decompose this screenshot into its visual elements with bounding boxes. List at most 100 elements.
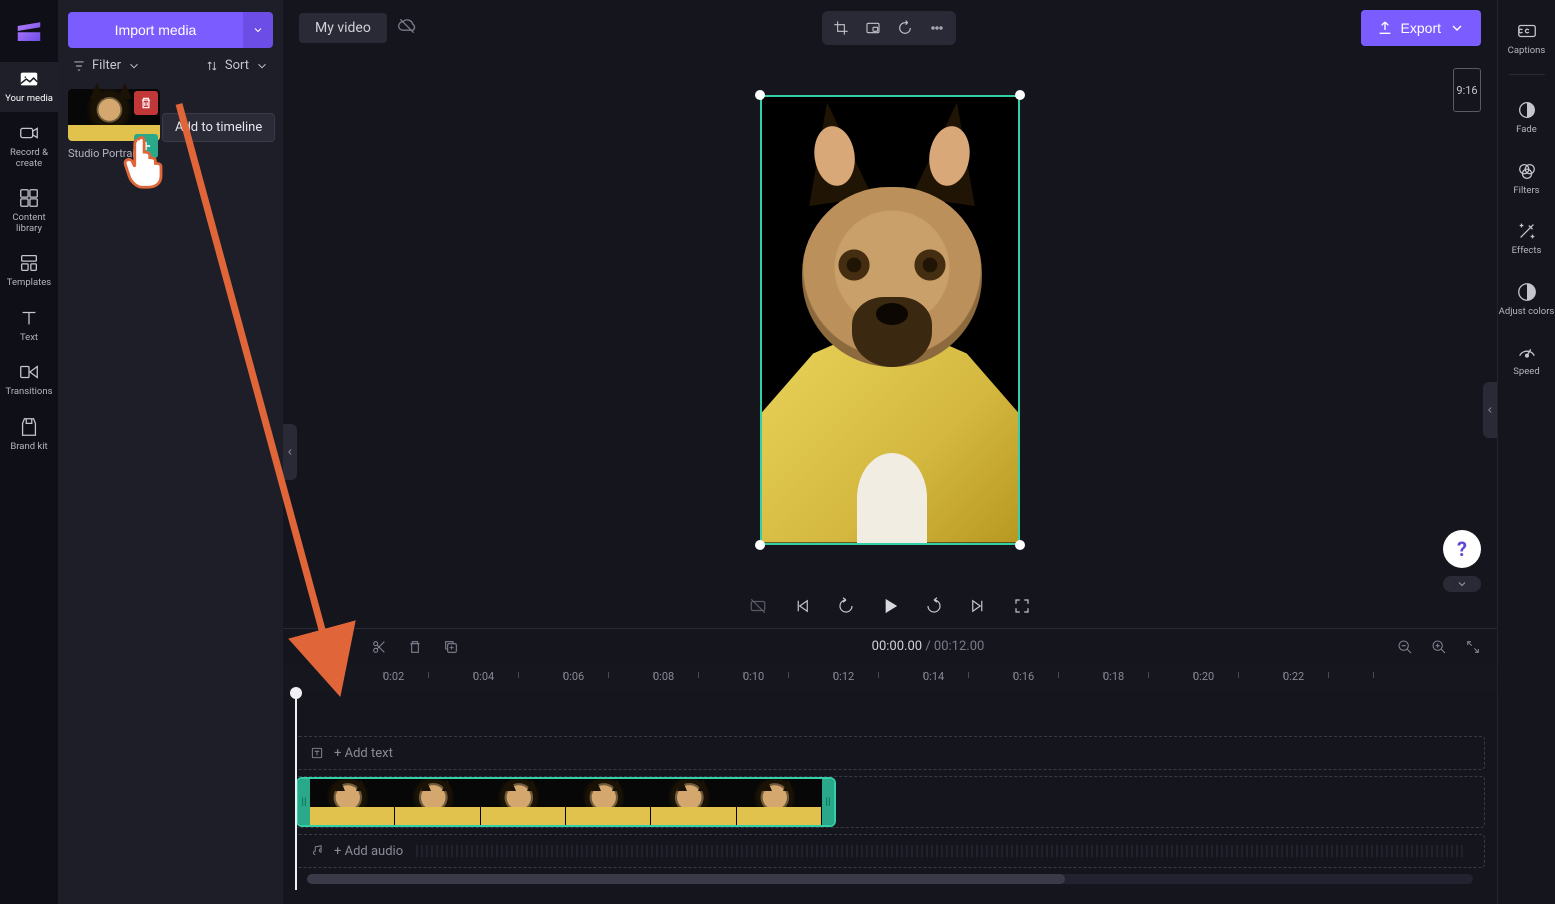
collapse-panel-right[interactable] — [1483, 382, 1497, 438]
forward-10-icon — [925, 597, 943, 615]
help-button[interactable]: ? — [1443, 530, 1481, 568]
export-button[interactable]: Export — [1361, 10, 1481, 46]
ruler-tick-label: 0:04 — [473, 670, 494, 683]
skip-previous-icon — [793, 597, 811, 615]
adjust-colors-button[interactable]: Adjust colors — [1498, 271, 1555, 327]
resize-handle-top-right[interactable] — [1015, 90, 1025, 100]
scissors-icon — [371, 639, 387, 655]
total-duration: 00:12.00 — [934, 639, 984, 654]
preview-stage[interactable]: ? — [283, 55, 1497, 584]
ruler-tick-label: 0:02 — [383, 670, 404, 683]
timeline-tracks[interactable]: + Add text || || + Add audio — [283, 692, 1497, 904]
duplicate-clip-button[interactable] — [441, 637, 461, 657]
effects-icon — [1516, 220, 1538, 242]
fade-button[interactable]: Fade — [1498, 89, 1555, 145]
captions-button[interactable]: Captions — [1498, 10, 1555, 66]
nav-brand-kit[interactable]: Brand kit — [0, 410, 58, 460]
zoom-in-icon — [1431, 639, 1447, 655]
redo-icon — [335, 639, 351, 655]
preview-canvas[interactable] — [760, 95, 1020, 545]
redo-button[interactable] — [333, 637, 353, 657]
top-toolbar: My video Export — [283, 0, 1497, 55]
collapse-preview-controls[interactable] — [1443, 576, 1481, 592]
app-logo[interactable] — [14, 16, 44, 46]
sync-status-icon[interactable] — [397, 16, 417, 40]
video-track[interactable]: || || — [295, 776, 1485, 828]
skip-next-icon — [969, 597, 987, 615]
import-media-button[interactable]: Import media — [68, 12, 243, 48]
left-nav-rail: Your media Record & create Content libra… — [0, 0, 58, 904]
picture-in-picture-button[interactable] — [858, 15, 888, 41]
clip-trim-right[interactable]: || — [822, 779, 834, 825]
resize-handle-bottom-right[interactable] — [1015, 540, 1025, 550]
delete-media-button[interactable] — [134, 91, 158, 115]
rewind-10-icon — [837, 597, 855, 615]
sort-icon — [205, 59, 219, 73]
trash-icon — [407, 639, 423, 655]
rr-label: Filters — [1513, 186, 1539, 196]
zoom-out-button[interactable] — [1395, 637, 1415, 657]
filters-button[interactable]: Filters — [1498, 150, 1555, 206]
play-button[interactable] — [878, 594, 902, 618]
canvas-selection[interactable] — [760, 95, 1020, 545]
split-button[interactable] — [369, 637, 389, 657]
clip-trim-left[interactable]: || — [298, 779, 310, 825]
project-title-input[interactable]: My video — [299, 13, 387, 43]
main-editor-area: 9:16 My video Export — [283, 0, 1497, 904]
fit-icon — [1465, 639, 1481, 655]
filter-label: Filter — [92, 58, 121, 73]
skip-end-button[interactable] — [966, 594, 990, 618]
speed-button[interactable]: Speed — [1498, 331, 1555, 387]
undo-button[interactable] — [297, 637, 317, 657]
cloud-off-icon — [397, 16, 417, 36]
sort-button[interactable]: Sort — [205, 58, 269, 73]
ruler-tick-label: 0:10 — [743, 670, 764, 683]
timeline-toolbar: 00:00.00 / 00:12.00 — [283, 628, 1497, 664]
text-track[interactable]: + Add text — [295, 736, 1485, 770]
export-label: Export — [1401, 20, 1441, 36]
play-icon — [881, 597, 899, 615]
rr-label: Captions — [1508, 46, 1546, 56]
skip-start-button[interactable] — [790, 594, 814, 618]
forward-button[interactable] — [922, 594, 946, 618]
timeline-scrollbar[interactable] — [307, 874, 1473, 884]
rr-label: Adjust colors — [1499, 307, 1555, 317]
nav-label: Templates — [7, 278, 51, 288]
upload-icon — [1377, 20, 1393, 36]
preview-toggle-button[interactable] — [746, 594, 770, 618]
effects-button[interactable]: Effects — [1498, 210, 1555, 266]
timeline-ruler[interactable]: 0:020:040:060:080:100:120:140:160:180:20… — [283, 664, 1497, 692]
nav-templates[interactable]: Templates — [0, 246, 58, 296]
rr-label: Fade — [1516, 125, 1537, 135]
filter-button[interactable]: Filter — [72, 58, 141, 73]
nav-your-media[interactable]: Your media — [0, 62, 58, 112]
resize-handle-bottom-left[interactable] — [755, 540, 765, 550]
video-clip[interactable]: || || — [296, 777, 836, 827]
rewind-button[interactable] — [834, 594, 858, 618]
nav-record-create[interactable]: Record & create — [0, 116, 58, 177]
import-media-dropdown[interactable] — [243, 12, 273, 48]
nav-text[interactable]: Text — [0, 301, 58, 351]
rotate-icon — [897, 20, 913, 36]
undo-icon — [299, 639, 315, 655]
more-options-button[interactable] — [922, 15, 952, 41]
right-properties-rail: Captions Fade Filters Effects Adjust col… — [1497, 0, 1555, 904]
fit-timeline-button[interactable] — [1463, 637, 1483, 657]
playhead[interactable] — [295, 692, 297, 890]
aspect-ratio-button[interactable]: 9:16 — [1453, 68, 1481, 112]
zoom-out-icon — [1397, 639, 1413, 655]
fullscreen-button[interactable] — [1010, 594, 1034, 618]
rotate-button[interactable] — [890, 15, 920, 41]
scrollbar-thumb[interactable] — [307, 874, 1065, 884]
ruler-tick-label: 0:20 — [1193, 670, 1214, 683]
ruler-tick-label: 0:12 — [833, 670, 854, 683]
delete-clip-button[interactable] — [405, 637, 425, 657]
nav-transitions[interactable]: Transitions — [0, 355, 58, 405]
aspect-label: 9:16 — [1456, 84, 1477, 97]
ruler-tick-label: 0:06 — [563, 670, 584, 683]
resize-handle-top-left[interactable] — [755, 90, 765, 100]
audio-track[interactable]: + Add audio — [295, 834, 1485, 868]
zoom-in-button[interactable] — [1429, 637, 1449, 657]
crop-button[interactable] — [826, 15, 856, 41]
nav-content-library[interactable]: Content library — [0, 181, 58, 242]
